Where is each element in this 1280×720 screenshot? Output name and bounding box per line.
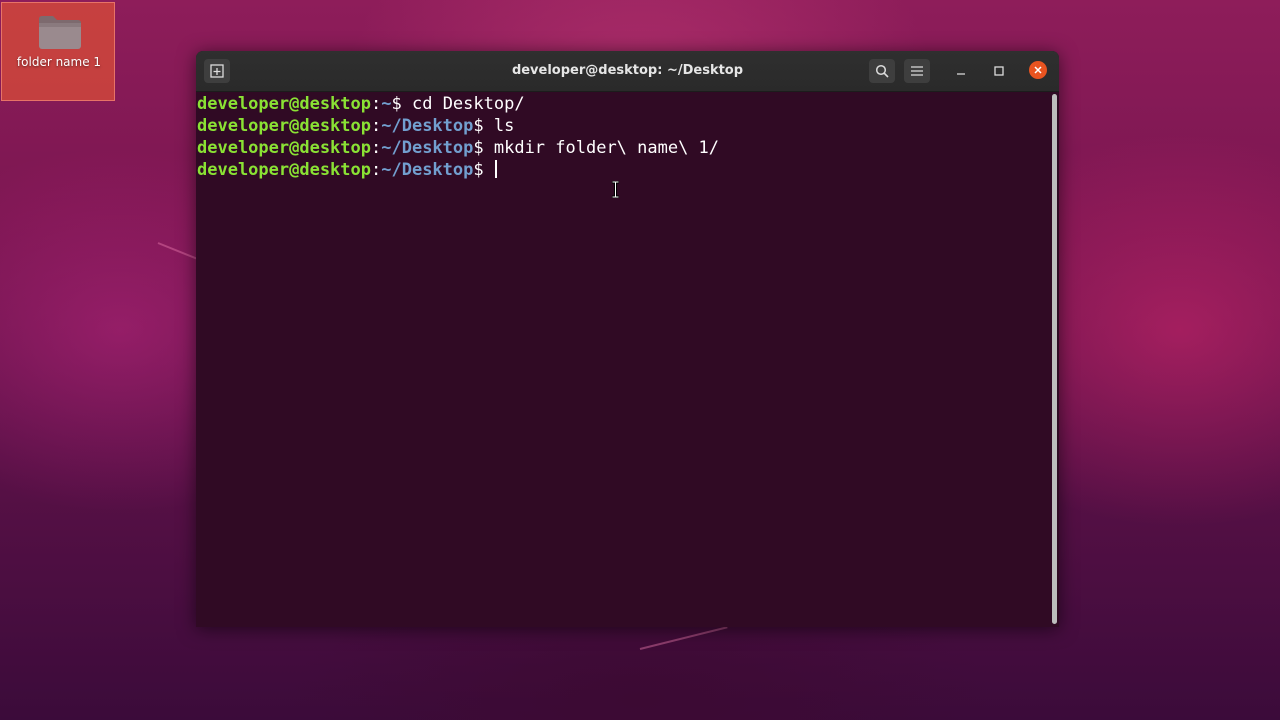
terminal-line: developer@desktop:~/Desktop$ ls (197, 115, 514, 137)
command-text: cd Desktop/ (401, 94, 525, 114)
maximize-button[interactable] (986, 59, 1012, 83)
wallpaper-streak (157, 242, 200, 261)
prompt-colon: : (371, 138, 382, 158)
text-cursor (494, 160, 497, 178)
prompt-user: developer@desktop (197, 116, 371, 136)
command-text: ls (483, 116, 515, 136)
terminal-line: developer@desktop:~$ cd Desktop/ (197, 93, 525, 115)
minimize-icon (957, 73, 965, 75)
desktop-folder-item[interactable]: folder name 1 (1, 2, 115, 101)
command-text: mkdir folder\ name\ 1/ (483, 138, 720, 158)
prompt-user: developer@desktop (197, 160, 371, 180)
ibeam-cursor-icon (612, 181, 619, 198)
command-text (484, 160, 494, 180)
prompt-dollar: $ (473, 116, 484, 136)
prompt-path: ~/Desktop (381, 138, 474, 158)
prompt-path: ~ (381, 94, 392, 114)
search-button[interactable] (869, 59, 895, 83)
terminal-output[interactable]: developer@desktop:~$ cd Desktop/ develop… (196, 92, 1051, 627)
prompt-user: developer@desktop (197, 138, 371, 158)
wallpaper-streak (639, 626, 728, 650)
prompt-path: ~/Desktop (381, 116, 474, 136)
prompt-dollar: $ (391, 94, 402, 114)
search-icon (875, 64, 889, 78)
close-icon (1034, 66, 1042, 74)
prompt-colon: : (371, 116, 382, 136)
minimize-button[interactable] (948, 59, 974, 83)
terminal-line: developer@desktop:~/Desktop$ (197, 159, 497, 181)
desktop-folder-label: folder name 1 (16, 55, 102, 69)
terminal-line: developer@desktop:~/Desktop$ mkdir folde… (197, 137, 719, 159)
terminal-scrollbar[interactable] (1052, 94, 1057, 624)
prompt-dollar: $ (473, 138, 484, 158)
prompt-user: developer@desktop (197, 94, 371, 114)
prompt-dollar: $ (473, 160, 484, 180)
prompt-colon: : (371, 160, 382, 180)
maximize-icon (994, 66, 1004, 76)
close-button[interactable] (1029, 61, 1047, 79)
menu-button[interactable] (904, 59, 930, 83)
terminal-titlebar[interactable]: developer@desktop: ~/Desktop (196, 51, 1059, 92)
hamburger-menu-icon (911, 66, 923, 76)
folder-icon (39, 16, 81, 49)
prompt-colon: : (371, 94, 382, 114)
terminal-window[interactable]: developer@desktop: ~/Desktop developer@d… (196, 51, 1059, 627)
prompt-path: ~/Desktop (381, 160, 474, 180)
